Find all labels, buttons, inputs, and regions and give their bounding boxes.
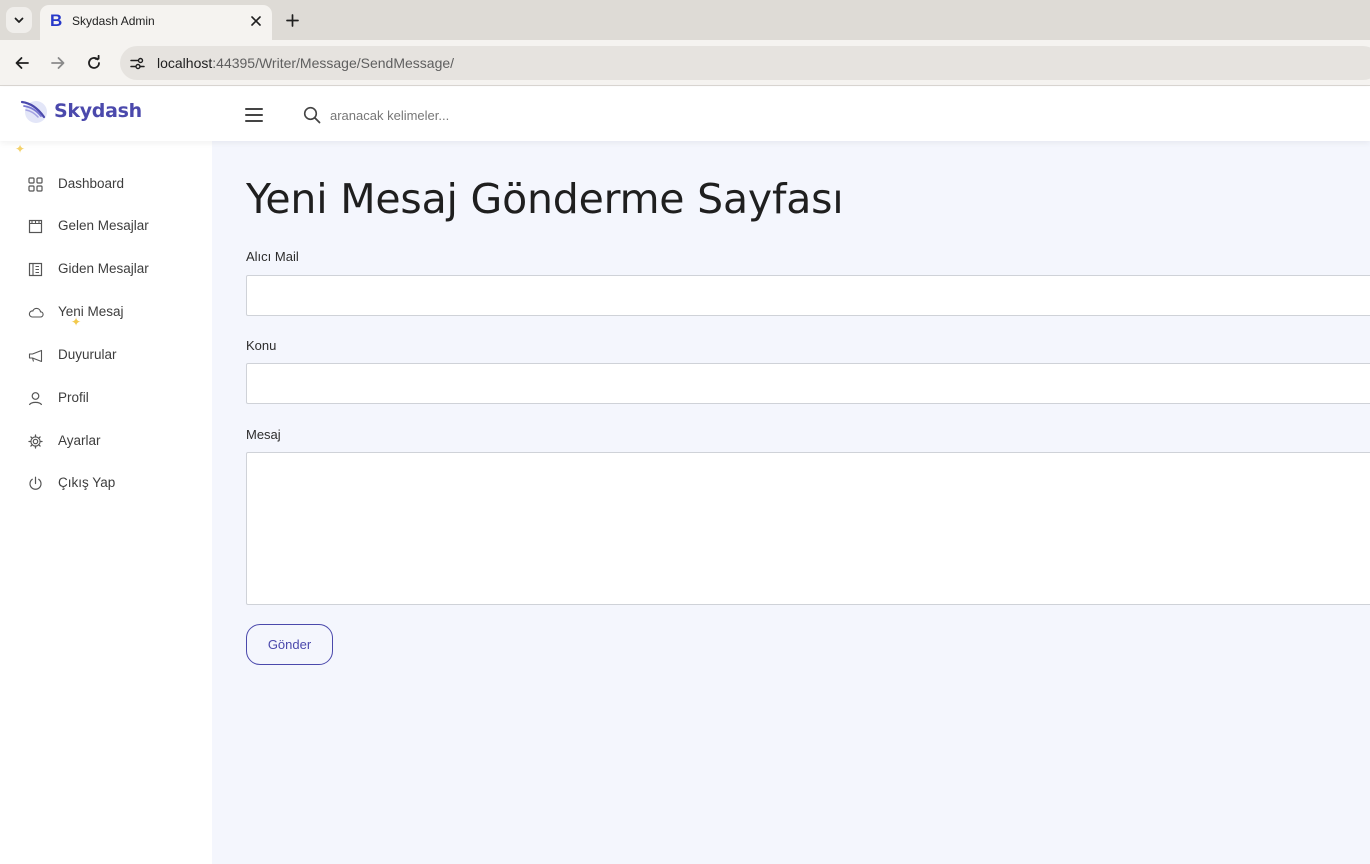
grid-icon — [27, 176, 44, 193]
sidebar-item-label: Dashboard — [58, 176, 125, 191]
url-path: :44395/Writer/Message/SendMessage/ — [212, 55, 455, 71]
subject-field[interactable] — [246, 363, 1370, 404]
power-icon — [27, 475, 44, 492]
close-icon — [251, 16, 261, 26]
message-textarea[interactable] — [246, 452, 1370, 605]
tune-icon — [129, 57, 145, 69]
address-bar[interactable]: localhost:44395/Writer/Message/SendMessa… — [120, 46, 1370, 80]
brand-name: Skydash — [54, 100, 142, 122]
browser-toolbar: localhost:44395/Writer/Message/SendMessa… — [0, 40, 1370, 86]
gear-icon — [27, 433, 44, 450]
sidebar-item-ayarlar[interactable]: Ayarlar — [0, 424, 212, 458]
arrow-left-icon — [15, 57, 29, 69]
url-text: localhost:44395/Writer/Message/SendMessa… — [157, 55, 454, 71]
site-info-button[interactable] — [128, 54, 146, 72]
app-header: Skydash — [0, 87, 1370, 141]
skydash-logo-icon — [20, 100, 47, 123]
plus-icon — [285, 13, 299, 27]
tab-title: Skydash Admin — [72, 14, 155, 28]
sidebar-item-cikis-yap[interactable]: Çıkış Yap — [0, 466, 212, 500]
subject-label: Konu — [246, 338, 277, 353]
inbox-icon — [27, 218, 44, 235]
sidebar-item-label: Giden Mesajlar — [58, 261, 149, 276]
sidebar-item-dashboard[interactable]: Dashboard — [0, 167, 212, 201]
send-button[interactable]: Gönder — [246, 624, 333, 665]
back-button[interactable] — [11, 52, 33, 74]
url-host: localhost — [157, 55, 213, 71]
cloud-icon — [27, 304, 44, 321]
chevron-down-icon — [14, 17, 24, 23]
sidebar-item-gelen-mesajlar[interactable]: Gelen Mesajlar — [0, 209, 212, 243]
search-icon — [303, 106, 321, 124]
sidebar-item-duyurular[interactable]: Duyurular — [0, 338, 212, 372]
sidebar-item-label: Ayarlar — [58, 433, 101, 448]
page-title: Yeni Mesaj Gönderme Sayfası — [246, 175, 844, 223]
message-label: Mesaj — [246, 427, 281, 442]
brand-logo[interactable]: Skydash — [20, 97, 142, 125]
arrow-right-icon — [51, 57, 65, 69]
sidebar-item-label: Profil — [58, 390, 89, 405]
sidebar-item-label: Duyurular — [58, 347, 117, 362]
tab-search-button[interactable] — [6, 7, 32, 33]
browser-tab[interactable]: B Skydash Admin — [40, 5, 272, 40]
sidebar-item-label: Yeni Mesaj — [58, 304, 124, 319]
user-icon — [27, 390, 44, 407]
reload-button[interactable] — [83, 52, 105, 74]
new-tab-button[interactable] — [282, 10, 302, 30]
sparkle-decoration: ✦ — [71, 315, 82, 329]
sidebar-item-yeni-mesaj[interactable]: Yeni Mesaj — [0, 295, 212, 329]
reload-icon — [88, 55, 100, 69]
favicon-icon: B — [50, 11, 63, 30]
sparkle-decoration: ✦ — [15, 142, 26, 156]
tab-close-button[interactable] — [247, 12, 265, 30]
recipient-label: Alıcı Mail — [246, 249, 299, 264]
browser-tab-bar: B Skydash Admin — [0, 0, 1370, 40]
forward-button[interactable] — [47, 52, 69, 74]
menu-toggle-icon[interactable] — [245, 108, 263, 122]
main-content: Yeni Mesaj Gönderme Sayfası Alıcı Mail K… — [212, 141, 1370, 864]
outbox-icon — [27, 261, 44, 278]
search-input[interactable] — [330, 104, 630, 126]
megaphone-icon — [27, 347, 44, 364]
sidebar-item-label: Gelen Mesajlar — [58, 218, 149, 233]
sidebar-item-profil[interactable]: Profil — [0, 381, 212, 415]
sidebar-item-label: Çıkış Yap — [58, 475, 116, 490]
recipient-email-field[interactable] — [246, 275, 1370, 316]
sidebar: ✦ Dashboard Gelen Mesajlar Giden Mesajla… — [0, 141, 212, 864]
sidebar-item-giden-mesajlar[interactable]: Giden Mesajlar — [0, 252, 212, 286]
